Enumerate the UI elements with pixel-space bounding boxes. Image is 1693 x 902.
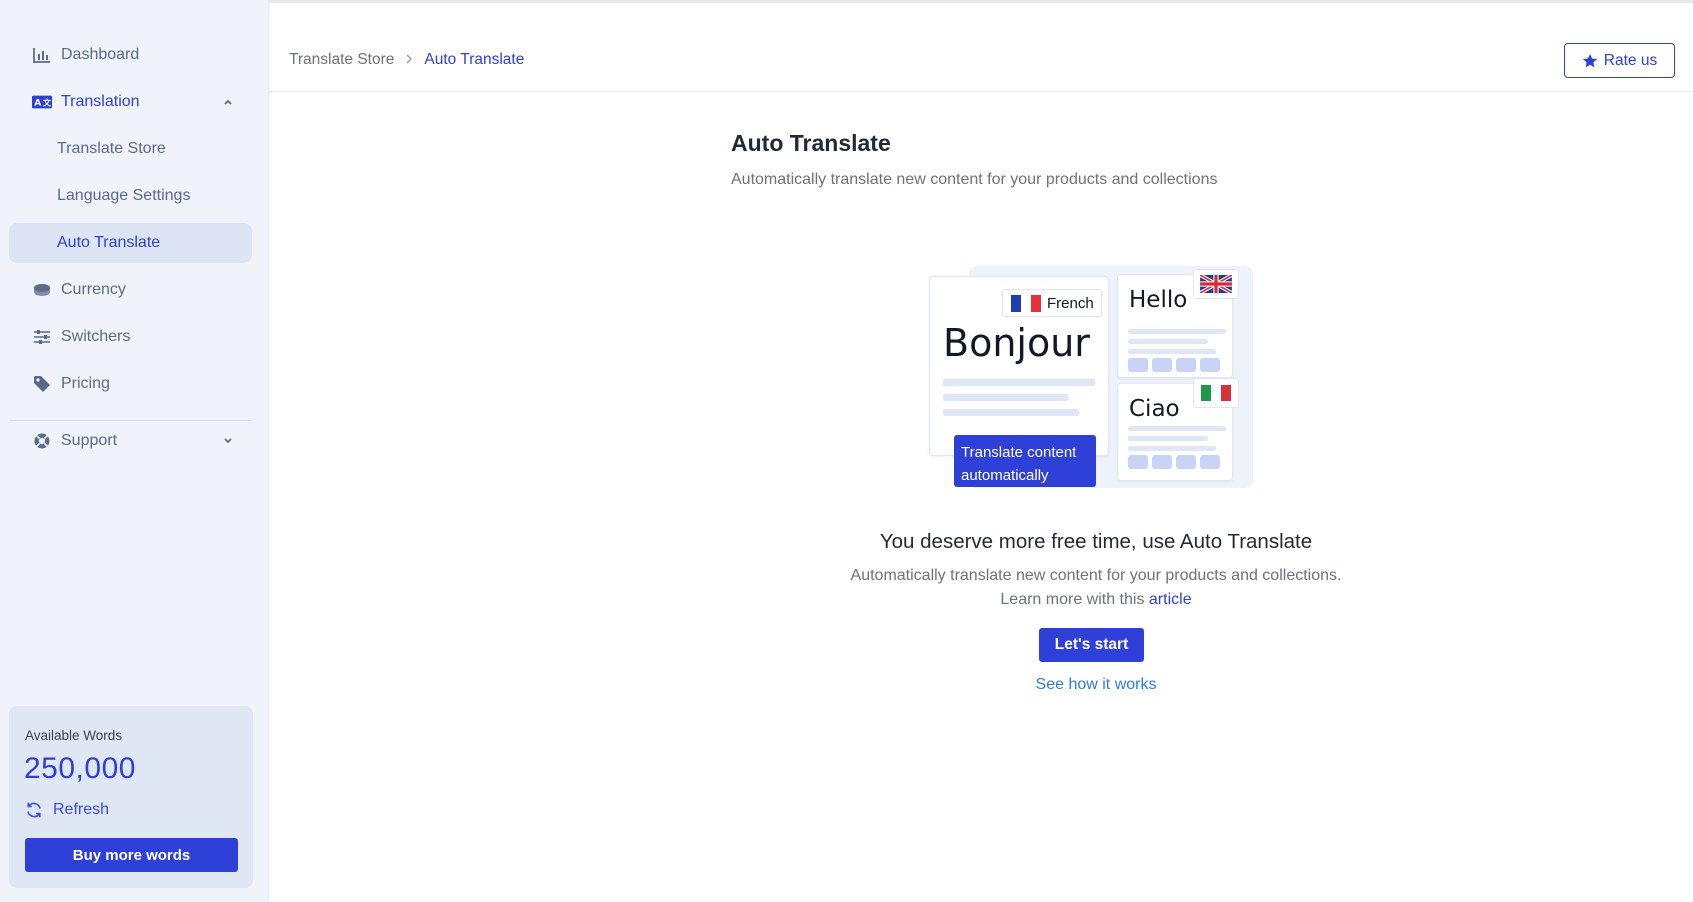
lifebuoy-icon [32, 431, 52, 451]
breadcrumb: Translate Store Auto Translate [289, 51, 524, 69]
article-link[interactable]: article [1149, 591, 1192, 608]
french-card: French Bonjour Translate content automat… [929, 276, 1109, 487]
buy-more-words-button[interactable]: Buy more words [25, 838, 238, 872]
lets-start-button[interactable]: Let's start [1039, 628, 1144, 662]
sidebar-item-label: Currency [61, 281, 126, 298]
sidebar-item-translate-store[interactable]: Translate Store [9, 129, 252, 169]
cta-description-line2: Learn more with this article [780, 588, 1412, 612]
chevron-up-icon [220, 94, 236, 110]
sidebar-item-currency[interactable]: Currency [9, 270, 252, 310]
chevron-down-icon [220, 433, 236, 449]
cta-heading: You deserve more free time, use Auto Tra… [879, 530, 1313, 553]
cta-description-line1: Automatically translate new content for … [850, 567, 1342, 584]
sidebar-item-switchers[interactable]: Switchers [9, 317, 252, 357]
cta-description: Automatically translate new content for … [780, 564, 1412, 612]
sidebar-divider [9, 420, 252, 421]
page-subtitle: Automatically translate new content for … [731, 171, 1218, 188]
auto-translate-illustration: French Bonjour Translate content automat… [929, 266, 1253, 488]
top-bar: Translate Store Auto Translate Rate us [269, 0, 1693, 92]
sidebar-item-label: Switchers [61, 328, 131, 345]
sidebar-item-language-settings[interactable]: Language Settings [9, 176, 252, 216]
available-words-label: Available Words [25, 728, 123, 743]
see-how-it-works-link[interactable]: See how it works [780, 676, 1412, 694]
bar-chart-icon [32, 45, 52, 65]
english-card: Hello [1117, 269, 1239, 378]
italy-flag-icon [1193, 378, 1239, 408]
france-flag-icon [1011, 294, 1041, 312]
rate-us-button[interactable]: Rate us [1564, 43, 1675, 78]
english-word: Hello [1129, 287, 1188, 313]
sidebar-item-label: Language Settings [57, 187, 191, 204]
tag-icon [32, 374, 52, 394]
coins-icon [32, 280, 52, 300]
refresh-label: Refresh [53, 801, 110, 818]
page-title: Auto Translate [731, 130, 891, 156]
sidebar-item-label: Support [61, 432, 118, 449]
rate-us-label: Rate us [1603, 51, 1658, 69]
refresh-button[interactable]: Refresh [25, 801, 109, 819]
italian-card: Ciao [1117, 378, 1239, 481]
translate-icon: A文 [32, 92, 52, 112]
breadcrumb-translate-store[interactable]: Translate Store [289, 51, 394, 69]
sliders-icon [32, 327, 52, 347]
sidebar-item-label: Pricing [61, 375, 110, 392]
italian-word: Ciao [1129, 396, 1180, 422]
available-words-count: 250,000 [24, 752, 136, 785]
sidebar-item-translation[interactable]: A文 Translation [9, 82, 252, 122]
sidebar-item-label: Dashboard [61, 46, 140, 63]
main-word: Bonjour [943, 321, 1090, 365]
star-icon [1582, 53, 1598, 69]
cta-learn-more-text: Learn more with this [1000, 591, 1149, 608]
breadcrumb-auto-translate[interactable]: Auto Translate [424, 51, 524, 69]
sidebar-item-auto-translate[interactable]: Auto Translate [9, 223, 252, 263]
language-tag: French [1002, 289, 1102, 317]
svg-text:A: A [34, 99, 41, 109]
sidebar-item-label: Translate Store [57, 140, 166, 157]
svg-text:文: 文 [43, 98, 52, 108]
sidebar-item-dashboard[interactable]: Dashboard [9, 35, 252, 75]
sidebar-item-pricing[interactable]: Pricing [9, 364, 252, 404]
sidebar-item-support[interactable]: Support [9, 421, 252, 461]
uk-flag-icon [1193, 269, 1239, 299]
sidebar-item-label: Translation [61, 93, 140, 110]
sidebar-item-label: Auto Translate [57, 234, 161, 251]
refresh-icon [25, 801, 43, 819]
translate-tooltip: Translate content automatically [954, 435, 1096, 487]
language-tag-label: French [1047, 294, 1094, 312]
sidebar: Dashboard A文 Translation Translate Store… [0, 0, 269, 902]
chevron-right-icon [404, 52, 414, 68]
available-words-card: Available Words 250,000 Refresh Buy more… [9, 706, 253, 888]
